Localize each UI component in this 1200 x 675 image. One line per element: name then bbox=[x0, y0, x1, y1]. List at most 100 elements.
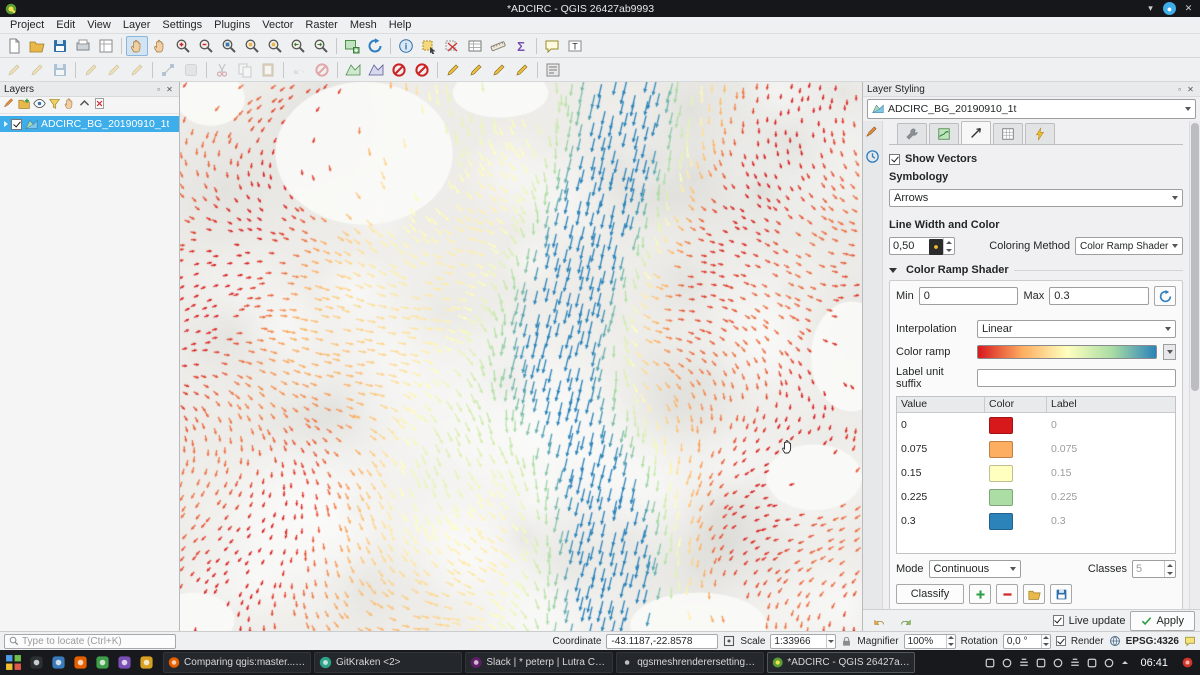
shader-table-row[interactable]: 00 bbox=[897, 413, 1175, 437]
color-swatch[interactable] bbox=[989, 441, 1013, 458]
messages-icon[interactable] bbox=[1184, 635, 1196, 647]
menu-layer[interactable]: Layer bbox=[117, 19, 157, 31]
tray-clipboard-icon[interactable] bbox=[1000, 656, 1013, 669]
minimize-button[interactable]: ▾ bbox=[1144, 2, 1157, 15]
menu-vector[interactable]: Vector bbox=[256, 19, 299, 31]
layout-item-button[interactable] bbox=[542, 60, 564, 80]
filter-legend-button[interactable] bbox=[48, 97, 61, 113]
open-styling-button[interactable] bbox=[3, 97, 16, 113]
identify-features-button[interactable]: i bbox=[395, 36, 417, 56]
color-swatch[interactable] bbox=[989, 417, 1013, 434]
task-editor[interactable]: qgsmeshrenderersettings.h... bbox=[616, 652, 764, 673]
add-class-button[interactable] bbox=[969, 584, 991, 604]
mesh-edit-d-button[interactable] bbox=[511, 60, 533, 80]
remove-layer-button[interactable] bbox=[93, 97, 106, 113]
side-tab-history[interactable] bbox=[865, 149, 880, 167]
measure-button[interactable] bbox=[487, 36, 509, 56]
system-monitor-icon[interactable] bbox=[92, 653, 112, 673]
side-tab-symbology[interactable] bbox=[865, 125, 880, 143]
undock-styling-icon[interactable]: ▫ bbox=[1174, 84, 1185, 95]
select-features-button[interactable] bbox=[418, 36, 440, 56]
toggle-editing-disabled-button[interactable] bbox=[26, 60, 48, 80]
classify-button[interactable]: Classify bbox=[896, 584, 964, 604]
zoom-out-button[interactable] bbox=[195, 36, 217, 56]
classes-spinbox[interactable]: 5 bbox=[1132, 560, 1176, 578]
menu-mesh[interactable]: Mesh bbox=[344, 19, 383, 31]
load-color-map-button[interactable] bbox=[1023, 584, 1045, 604]
color-ramp-preview[interactable] bbox=[977, 345, 1157, 359]
close-styling-icon[interactable]: ✕ bbox=[1185, 84, 1196, 95]
mesh-edit-a-button[interactable] bbox=[442, 60, 464, 80]
current-edits-disabled-button[interactable] bbox=[3, 60, 25, 80]
restore-button[interactable]: ● bbox=[1163, 2, 1176, 15]
lock-scale-icon[interactable] bbox=[841, 636, 852, 647]
zoom-in-button[interactable] bbox=[172, 36, 194, 56]
copy-features-disabled-button[interactable] bbox=[234, 60, 256, 80]
text-annotation-button[interactable]: T bbox=[564, 36, 586, 56]
cut-features-disabled-button[interactable] bbox=[211, 60, 233, 80]
close-panel-icon[interactable]: ✕ bbox=[164, 84, 175, 95]
layer-item[interactable]: ADCIRC_BG_20190910_1t bbox=[0, 116, 179, 132]
terminal-icon[interactable] bbox=[26, 653, 46, 673]
show-vectors-checkbox[interactable] bbox=[889, 154, 900, 165]
tray-input-icon[interactable] bbox=[1034, 656, 1047, 669]
remove-class-button[interactable] bbox=[996, 584, 1018, 604]
shader-table-row[interactable]: 0.30.3 bbox=[897, 509, 1175, 533]
statistical-summary-button[interactable]: Σ bbox=[510, 36, 532, 56]
mesh-edit-c-button[interactable] bbox=[488, 60, 510, 80]
annotation-button[interactable] bbox=[541, 36, 563, 56]
apply-button[interactable]: Apply bbox=[1130, 611, 1195, 631]
tab-vectors[interactable] bbox=[961, 121, 991, 144]
tray-volume-icon[interactable] bbox=[1085, 656, 1098, 669]
tab-rendering-grid[interactable] bbox=[993, 123, 1023, 144]
tray-expand-icon[interactable] bbox=[1118, 656, 1131, 669]
min-field[interactable]: 0 bbox=[919, 287, 1019, 305]
crs-icon[interactable] bbox=[1109, 635, 1121, 647]
mode-combo[interactable]: Continuous bbox=[929, 560, 1021, 578]
tab-contours[interactable] bbox=[929, 123, 959, 144]
map-canvas[interactable] bbox=[180, 82, 862, 631]
styling-scrollbar[interactable] bbox=[1189, 121, 1200, 609]
expand-caret-icon[interactable] bbox=[4, 121, 8, 127]
zoom-full-button[interactable] bbox=[218, 36, 240, 56]
menu-raster[interactable]: Raster bbox=[299, 19, 343, 31]
undo-disabled-button[interactable] bbox=[288, 60, 310, 80]
shader-table-row[interactable]: 0.2250.225 bbox=[897, 485, 1175, 509]
firefox-launcher-icon[interactable] bbox=[70, 653, 90, 673]
symbology-combo[interactable]: Arrows bbox=[889, 189, 1183, 207]
scrollbar-thumb[interactable] bbox=[1191, 123, 1199, 391]
tray-updates-icon[interactable] bbox=[1051, 656, 1064, 669]
vertex-tool-disabled-button[interactable] bbox=[157, 60, 179, 80]
save-button[interactable] bbox=[49, 36, 71, 56]
color-swatch[interactable] bbox=[989, 513, 1013, 530]
extent-icon[interactable] bbox=[723, 635, 735, 647]
width-spinbox[interactable]: 0,50 bbox=[889, 237, 955, 255]
digitize-disabled-c-button[interactable] bbox=[126, 60, 148, 80]
styling-layer-selector[interactable]: ADCIRC_BG_20190910_1t bbox=[867, 99, 1196, 119]
layout-manager-button[interactable] bbox=[95, 36, 117, 56]
task-qgis[interactable]: *ADCIRC - QGIS 26427ab9993 bbox=[767, 652, 915, 673]
zoom-next-button[interactable] bbox=[310, 36, 332, 56]
digitize-disabled-b-button[interactable] bbox=[103, 60, 125, 80]
file-manager-icon[interactable] bbox=[48, 653, 68, 673]
modify-disabled-button[interactable] bbox=[180, 60, 202, 80]
style-redo-button[interactable] bbox=[895, 611, 917, 631]
scale-combo[interactable]: 1:33966 bbox=[770, 634, 836, 649]
color-swatch[interactable] bbox=[989, 465, 1013, 482]
app-launcher-icon[interactable] bbox=[3, 653, 23, 673]
expand-all-button[interactable] bbox=[63, 97, 76, 113]
project-new-button[interactable] bbox=[3, 36, 25, 56]
shader-table-row[interactable]: 0.150.15 bbox=[897, 461, 1175, 485]
close-button[interactable]: ✕ bbox=[1182, 2, 1195, 15]
magnifier-spinbox[interactable]: 100% bbox=[904, 634, 956, 649]
render-checkbox[interactable] bbox=[1056, 636, 1066, 646]
editor-launcher-icon[interactable] bbox=[114, 653, 134, 673]
shader-section-header[interactable]: Color Ramp Shader bbox=[889, 264, 1183, 276]
redo-disabled-button[interactable] bbox=[311, 60, 333, 80]
color-swatch[interactable] bbox=[989, 489, 1013, 506]
tray-network-icon[interactable] bbox=[1068, 656, 1081, 669]
print-layout-button[interactable] bbox=[72, 36, 94, 56]
task-slack[interactable]: Slack | * peterp | Lutra Con... bbox=[465, 652, 613, 673]
tab-averaging-lightning[interactable] bbox=[1025, 123, 1055, 144]
tray-im-icon[interactable] bbox=[983, 656, 996, 669]
